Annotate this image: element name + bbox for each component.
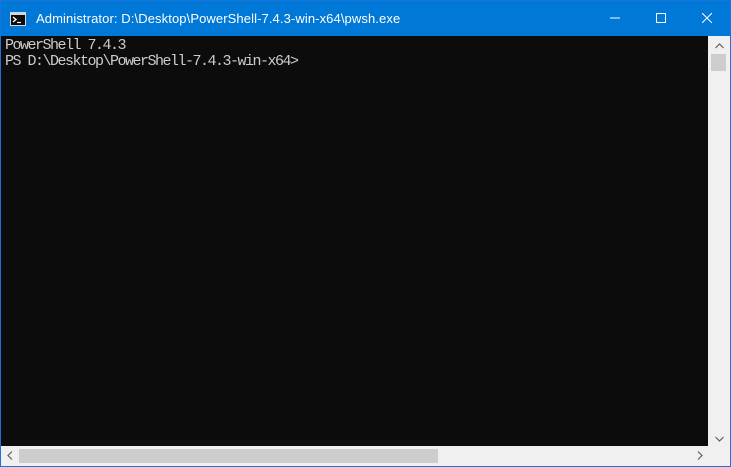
scroll-left-button[interactable] bbox=[1, 446, 18, 466]
horizontal-scroll-thumb[interactable] bbox=[19, 449, 438, 463]
terminal-window: Administrator: D:\Desktop\PowerShell-7.4… bbox=[0, 0, 731, 467]
console-prompt[interactable]: PS D:\Desktop\PowerShell-7.4.3-win-x64> bbox=[5, 54, 299, 70]
console-output[interactable]: PowerShell 7.4.3 PS D:\Desktop\PowerShel… bbox=[1, 36, 708, 446]
vertical-scroll-thumb[interactable] bbox=[711, 54, 726, 71]
title-bar[interactable]: Administrator: D:\Desktop\PowerShell-7.4… bbox=[1, 1, 730, 36]
console-line-version: PowerShell 7.4.3 bbox=[5, 37, 127, 54]
chevron-right-icon bbox=[697, 447, 703, 465]
maximize-icon bbox=[656, 11, 666, 26]
horizontal-scrollbar[interactable] bbox=[1, 446, 708, 466]
maximize-button[interactable] bbox=[638, 1, 684, 36]
vertical-scrollbar[interactable] bbox=[708, 36, 730, 446]
powershell-icon[interactable] bbox=[10, 11, 26, 27]
scroll-up-button[interactable] bbox=[708, 36, 730, 53]
minimize-button[interactable] bbox=[592, 1, 638, 36]
close-icon bbox=[701, 11, 713, 26]
close-button[interactable] bbox=[684, 1, 730, 36]
scrollbar-corner bbox=[708, 446, 730, 466]
chevron-down-icon bbox=[714, 429, 724, 447]
scroll-down-button[interactable] bbox=[708, 429, 730, 446]
window-title: Administrator: D:\Desktop\PowerShell-7.4… bbox=[36, 11, 401, 26]
chevron-up-icon bbox=[714, 36, 724, 54]
scroll-right-button[interactable] bbox=[691, 446, 708, 466]
minimize-icon bbox=[610, 11, 620, 26]
chevron-left-icon bbox=[6, 447, 13, 465]
